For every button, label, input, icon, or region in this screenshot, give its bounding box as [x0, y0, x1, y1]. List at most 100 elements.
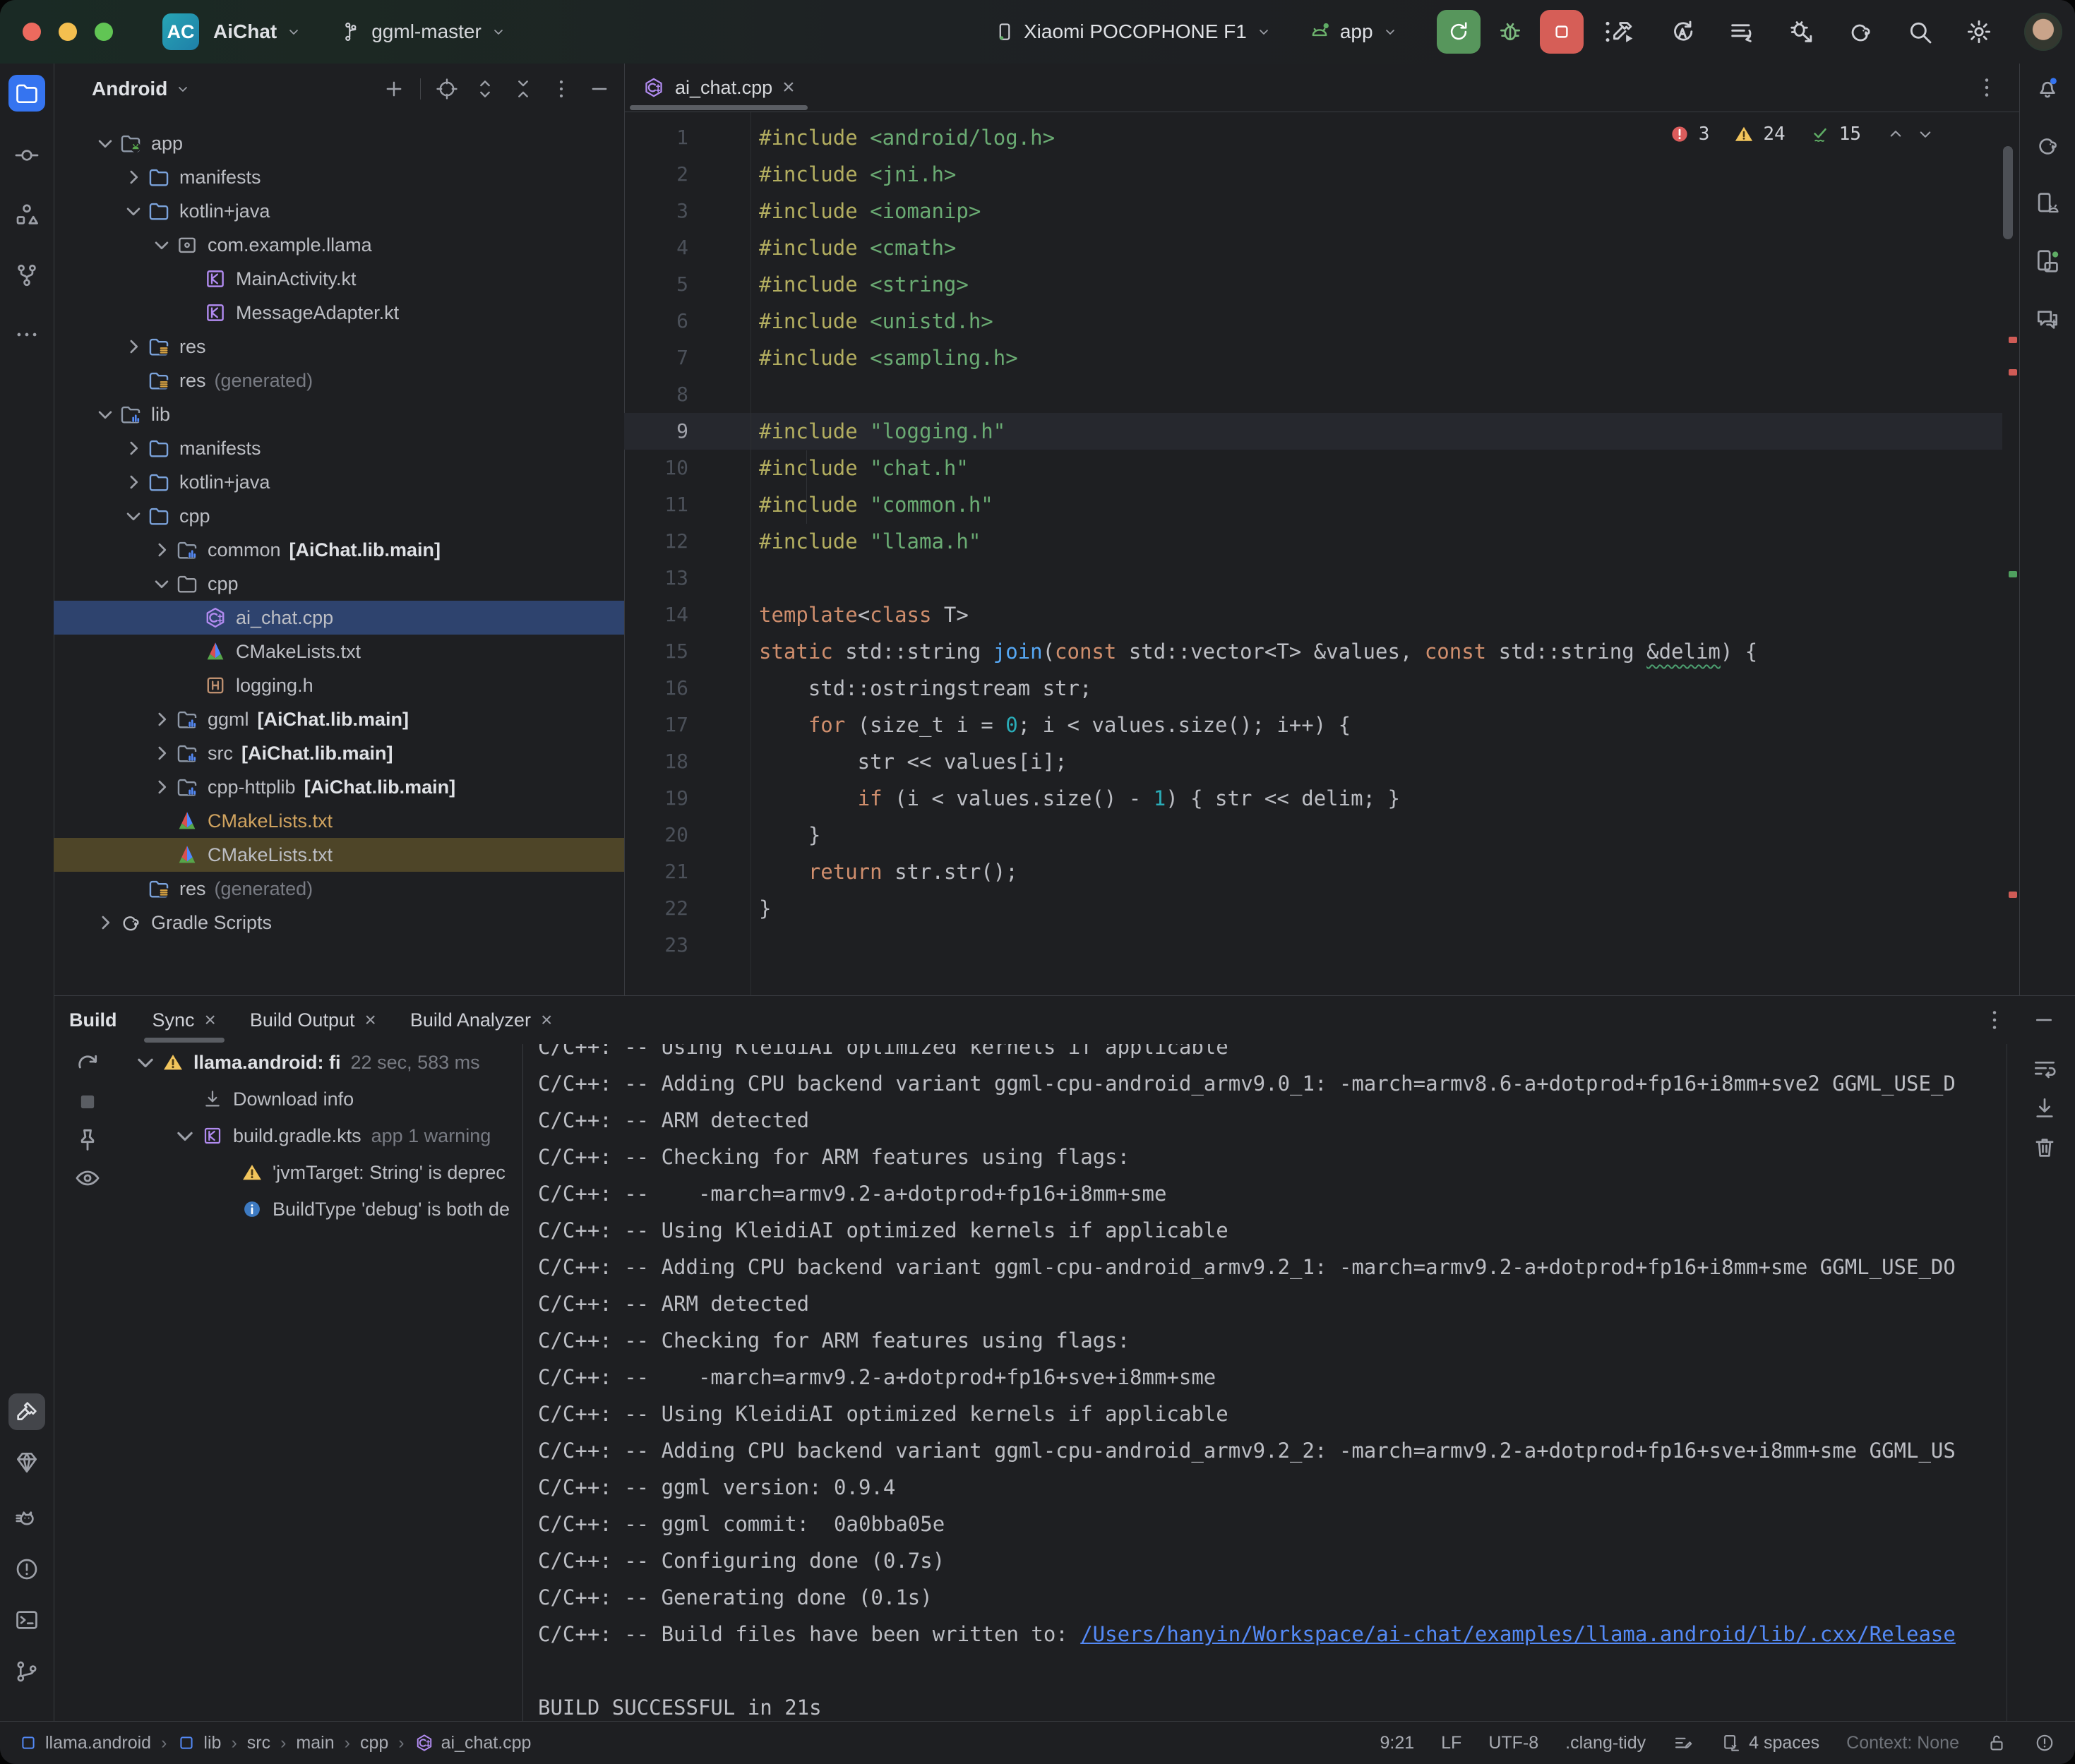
- breadcrumb-lib[interactable]: lib: [177, 1733, 221, 1753]
- project-tool-button[interactable]: [8, 75, 45, 112]
- build-output-link[interactable]: /Users/hanyin/Workspace/ai-chat/examples…: [1080, 1622, 1956, 1646]
- vcs-branch-widget[interactable]: ggml-master: [342, 20, 507, 43]
- build-tab-build-analyzer[interactable]: Build Analyzer×: [393, 996, 569, 1044]
- zoom-window-button[interactable]: [95, 23, 113, 41]
- build-tab-build-output[interactable]: Build Output×: [233, 996, 393, 1044]
- tree-item-logging-h[interactable]: logging.h: [54, 668, 624, 702]
- more-tools-button[interactable]: [8, 316, 45, 353]
- tree-item-gradle-scripts[interactable]: Gradle Scripts: [54, 906, 624, 940]
- error-stripe-mark[interactable]: [2009, 892, 2017, 898]
- build-tree-item[interactable]: BuildType 'debug' is both de: [127, 1191, 522, 1228]
- tree-item-com-example-llama[interactable]: com.example.llama: [54, 228, 624, 262]
- close-tab-icon[interactable]: ×: [541, 1009, 552, 1031]
- chevron-down-icon[interactable]: [169, 1120, 201, 1151]
- code-style-icon[interactable]: [1673, 1732, 1694, 1753]
- breadcrumb-src[interactable]: src: [247, 1733, 270, 1753]
- user-avatar[interactable]: [2024, 13, 2062, 51]
- profiler-icon[interactable]: [1728, 18, 1756, 46]
- tree-item-cpp[interactable]: cpp: [54, 567, 624, 601]
- tree-item-cmakelists-txt[interactable]: CMakeLists.txt: [54, 838, 624, 872]
- tree-item-manifests[interactable]: manifests: [54, 431, 624, 465]
- chevron-right-icon[interactable]: [120, 435, 147, 462]
- build-tree-item[interactable]: llama.android: fi22 sec, 583 ms: [127, 1044, 522, 1081]
- apply-changes-icon[interactable]: [1668, 18, 1697, 46]
- settings-icon[interactable]: [1965, 18, 1993, 46]
- line-ending[interactable]: LF: [1441, 1733, 1461, 1753]
- build-options-icon[interactable]: [1982, 1007, 2007, 1033]
- gradle-sync-icon[interactable]: [1846, 18, 1874, 46]
- debug-app-button[interactable]: [1490, 12, 1530, 52]
- hide-build-panel-icon[interactable]: [2031, 1007, 2057, 1033]
- show-details-icon[interactable]: [73, 1164, 102, 1192]
- hide-panel-icon[interactable]: [587, 77, 611, 101]
- encoding[interactable]: UTF-8: [1488, 1733, 1538, 1753]
- tree-item-kotlin-java[interactable]: kotlin+java: [54, 194, 624, 228]
- scroll-to-end-icon[interactable]: [2031, 1095, 2058, 1122]
- tree-item-app[interactable]: app: [54, 126, 624, 160]
- device-manager-button[interactable]: [2029, 185, 2066, 222]
- project-view-mode[interactable]: Android: [92, 78, 167, 100]
- chevron-right-icon[interactable]: [120, 164, 147, 191]
- tree-item-cmakelists-txt[interactable]: CMakeLists.txt: [54, 635, 624, 668]
- breadcrumb-llama-android[interactable]: llama.android: [18, 1733, 151, 1753]
- inspections-widget[interactable]: 3 24 15: [1669, 124, 1936, 145]
- chevron-right-icon[interactable]: [148, 536, 175, 563]
- code-area[interactable]: 1234567891011121314151617181920212223 #i…: [624, 112, 2019, 995]
- build-console[interactable]: C/C++: -- Using KleidiAI optimized kerne…: [522, 1044, 1997, 1722]
- tree-item-ggml[interactable]: ggml[AiChat.lib.main]: [54, 702, 624, 736]
- device-selector[interactable]: Xiaomi POCOPHONE F1: [994, 20, 1272, 43]
- pull-requests-button[interactable]: [8, 257, 45, 294]
- build-tree-item[interactable]: build.gradle.ktsapp 1 warning: [127, 1117, 522, 1154]
- locate-file-icon[interactable]: [435, 77, 459, 101]
- breadcrumb-cpp[interactable]: cpp: [360, 1733, 388, 1753]
- pin-tab-icon[interactable]: [73, 1126, 102, 1154]
- run-config-selector[interactable]: app: [1308, 20, 1399, 44]
- build-project-icon[interactable]: [1609, 18, 1637, 46]
- rerun-app-button[interactable]: [1437, 10, 1481, 54]
- gemini-chat-button[interactable]: [2029, 301, 2066, 337]
- add-icon[interactable]: [382, 77, 406, 101]
- chevron-right-icon[interactable]: [92, 909, 119, 936]
- chevron-down-icon[interactable]: [120, 198, 147, 224]
- tree-item-ai-chat-cpp[interactable]: ai_chat.cpp: [54, 601, 624, 635]
- problems-summary-icon[interactable]: [2034, 1732, 2055, 1753]
- chevron-right-icon[interactable]: [148, 706, 175, 733]
- chevron-right-icon[interactable]: [120, 469, 147, 496]
- tree-item-mainactivity-kt[interactable]: MainActivity.kt: [54, 262, 624, 296]
- editor-scrollbar[interactable]: [2003, 146, 2013, 239]
- tree-item-messageadapter-kt[interactable]: MessageAdapter.kt: [54, 296, 624, 330]
- version-control-tool-button[interactable]: [8, 1653, 45, 1690]
- gradle-tool-button[interactable]: [2029, 127, 2066, 164]
- tree-item-lib[interactable]: lib: [54, 397, 624, 431]
- stop-app-button[interactable]: [1540, 10, 1584, 54]
- chevron-down-icon[interactable]: [130, 1047, 161, 1078]
- chevron-down-icon[interactable]: [148, 570, 175, 597]
- structure-tool-button[interactable]: [8, 196, 45, 233]
- close-tab-icon[interactable]: ×: [205, 1009, 216, 1031]
- caret-position[interactable]: 9:21: [1380, 1733, 1414, 1753]
- tree-item-cpp-httplib[interactable]: cpp-httplib[AiChat.lib.main]: [54, 770, 624, 804]
- tree-item-kotlin-java[interactable]: kotlin+java: [54, 465, 624, 499]
- commit-tool-button[interactable]: [8, 137, 45, 174]
- build-tree-item[interactable]: 'jvmTarget: String' is deprec: [127, 1154, 522, 1191]
- stop-build-icon[interactable]: [73, 1088, 102, 1116]
- chevron-down-icon[interactable]: [148, 232, 175, 258]
- chevron-down-icon[interactable]: [174, 80, 191, 97]
- expand-all-icon[interactable]: [473, 77, 497, 101]
- collapse-all-icon[interactable]: [511, 77, 535, 101]
- indent-setting[interactable]: 4 spaces: [1721, 1732, 1819, 1753]
- error-stripe-mark[interactable]: [2009, 337, 2017, 343]
- build-tab-sync[interactable]: Sync×: [136, 996, 233, 1044]
- prev-issue-icon[interactable]: [1885, 124, 1906, 145]
- breadcrumb-ai-chat-cpp[interactable]: ai_chat.cpp: [414, 1733, 532, 1753]
- tree-item-src[interactable]: src[AiChat.lib.main]: [54, 736, 624, 770]
- build-tool-button[interactable]: [8, 1393, 45, 1430]
- chevron-down-icon[interactable]: [120, 503, 147, 529]
- search-everywhere-icon[interactable]: [1906, 18, 1934, 46]
- logcat-tool-button[interactable]: [8, 1501, 45, 1538]
- problems-tool-button[interactable]: [8, 1551, 45, 1588]
- soft-wrap-icon[interactable]: [2031, 1055, 2058, 1082]
- project-options-icon[interactable]: [549, 77, 573, 101]
- notifications-button[interactable]: [2029, 69, 2066, 106]
- running-devices-button[interactable]: [2029, 243, 2066, 280]
